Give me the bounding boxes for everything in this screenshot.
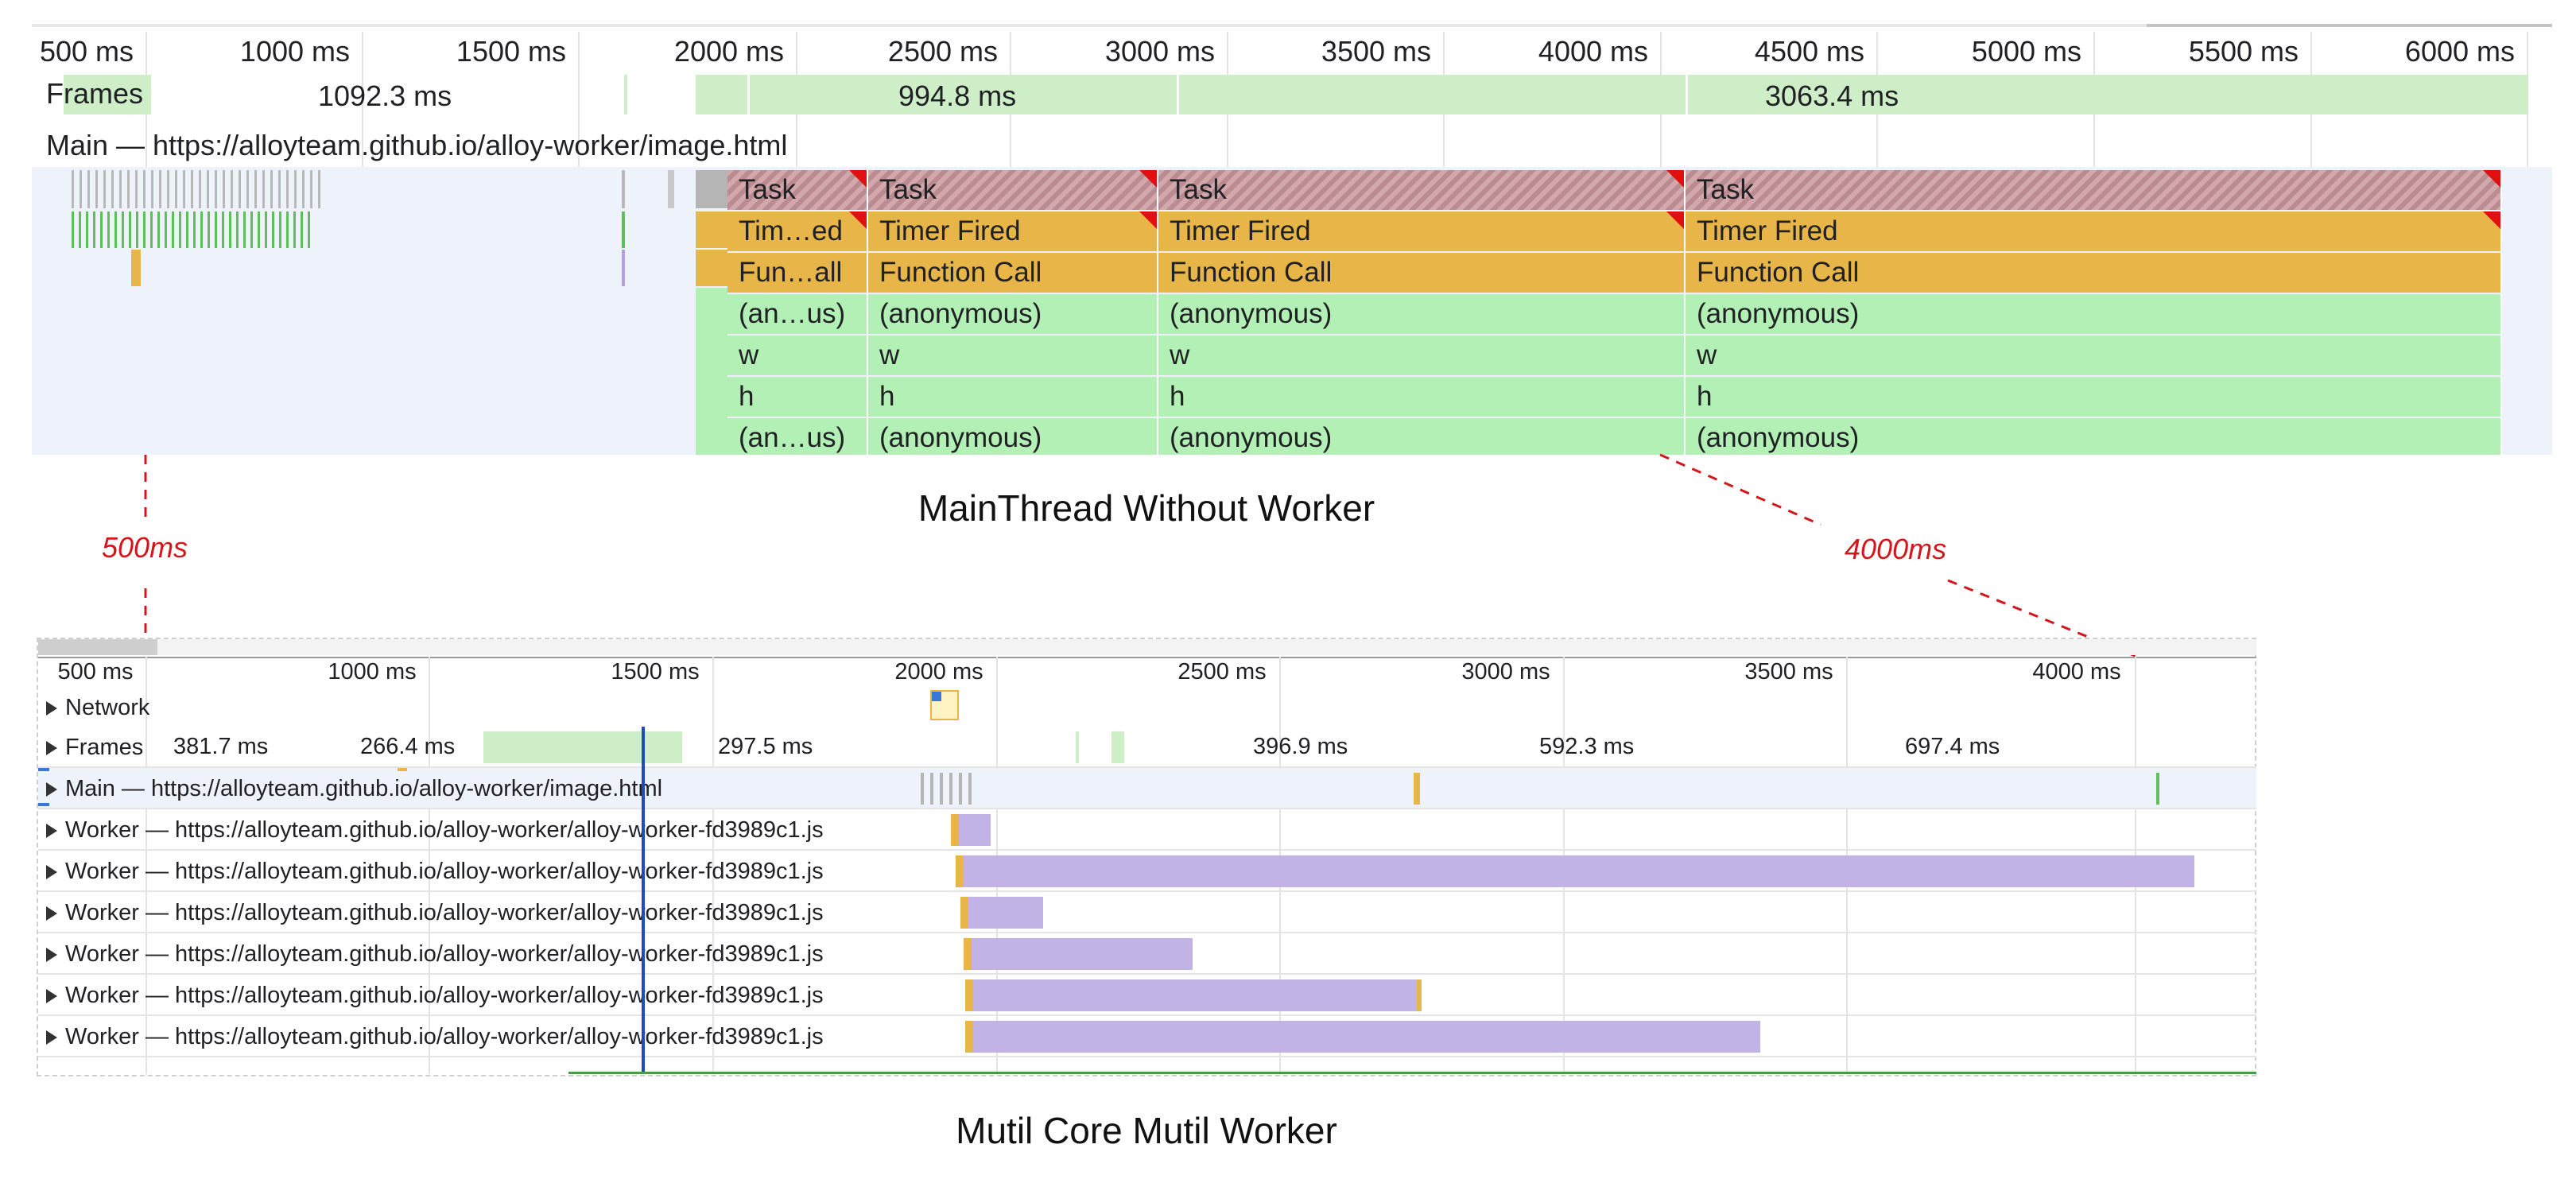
worker-track-label[interactable]: Worker — https://alloyteam.github.io/all… (46, 975, 824, 1016)
frame-duration: 396.9 ms (1253, 734, 1348, 759)
ruler-tick: 4000 ms (2032, 659, 2121, 685)
expand-triangle-icon[interactable] (46, 948, 57, 963)
expand-triangle-icon[interactable] (46, 1030, 57, 1045)
worker-track-label[interactable]: Worker — https://alloyteam.github.io/all… (46, 892, 824, 933)
worker-track-label[interactable]: Worker — https://alloyteam.github.io/all… (46, 809, 824, 851)
expand-triangle-icon[interactable] (46, 741, 57, 756)
frame-duration: 297.5 ms (718, 734, 813, 759)
expand-triangle-icon[interactable] (46, 906, 57, 921)
ruler-tick: 500 ms (57, 659, 134, 685)
frame-duration: 266.4 ms (360, 734, 456, 759)
worker-activity-bar[interactable] (973, 1021, 1760, 1053)
worker-track[interactable]: Worker — https://alloyteam.github.io/all… (38, 933, 2256, 975)
ruler-tick: 2500 ms (1177, 659, 1267, 685)
expand-triangle-icon[interactable] (46, 701, 57, 716)
expand-triangle-icon[interactable] (46, 782, 57, 797)
frame-duration: 381.7 ms (173, 734, 269, 759)
expand-triangle-icon[interactable] (46, 824, 57, 839)
ruler-tick: 3500 ms (1744, 659, 1833, 685)
worker-track[interactable]: Worker — https://alloyteam.github.io/all… (38, 975, 2256, 1016)
worker-track-label[interactable]: Worker — https://alloyteam.github.io/all… (46, 851, 824, 892)
network-track-label[interactable]: Network (46, 687, 149, 728)
bottom-main-track[interactable]: Main — https://alloyteam.github.io/alloy… (38, 768, 2256, 809)
time-cursor[interactable] (642, 727, 645, 1073)
ruler-tick: 3000 ms (1461, 659, 1550, 685)
worker-track[interactable]: Worker — https://alloyteam.github.io/all… (38, 809, 2256, 851)
selection-marker (38, 768, 49, 771)
expand-triangle-icon[interactable] (46, 865, 57, 880)
worker-activity-bar[interactable] (972, 938, 1193, 970)
guide-line-4000 (1659, 453, 1821, 526)
worker-track[interactable]: Worker — https://alloyteam.github.io/all… (38, 851, 2256, 892)
network-track[interactable]: Network (38, 687, 2256, 728)
frame-duration: 592.3 ms (1539, 734, 1635, 759)
bottom-caption: Mutil Core Mutil Worker (956, 1110, 1337, 1151)
main-track-label[interactable]: Main — https://alloyteam.github.io/alloy… (46, 768, 662, 809)
worker-activity-bar[interactable] (964, 855, 2194, 887)
frame-duration: 697.4 ms (1905, 734, 2000, 759)
marker-500ms: 500ms (102, 531, 188, 564)
event-marker (398, 768, 407, 771)
ruler-tick: 1000 ms (328, 659, 417, 685)
worker-track[interactable]: Worker — https://alloyteam.github.io/all… (38, 892, 2256, 933)
marker-4000ms: 4000ms (1845, 533, 1947, 565)
frames-track-label[interactable]: Frames (46, 727, 143, 768)
selection-marker (38, 803, 49, 806)
ruler-tick: 2000 ms (894, 659, 983, 685)
ruler-tick: 1500 ms (611, 659, 700, 685)
expand-triangle-icon[interactable] (46, 989, 57, 1004)
worker-activity-bar[interactable] (968, 897, 1043, 929)
overview-bar (568, 1072, 2256, 1074)
bottom-frames-track[interactable]: Frames 381.7 ms 266.4 ms 297.5 ms 396.9 … (38, 727, 2256, 768)
worker-track-label[interactable]: Worker — https://alloyteam.github.io/all… (46, 1016, 824, 1057)
worker-track[interactable]: Worker — https://alloyteam.github.io/all… (38, 1016, 2256, 1057)
worker-activity-bar[interactable] (973, 979, 1418, 1011)
worker-activity-bar[interactable] (959, 814, 991, 846)
worker-track-label[interactable]: Worker — https://alloyteam.github.io/all… (46, 933, 824, 975)
